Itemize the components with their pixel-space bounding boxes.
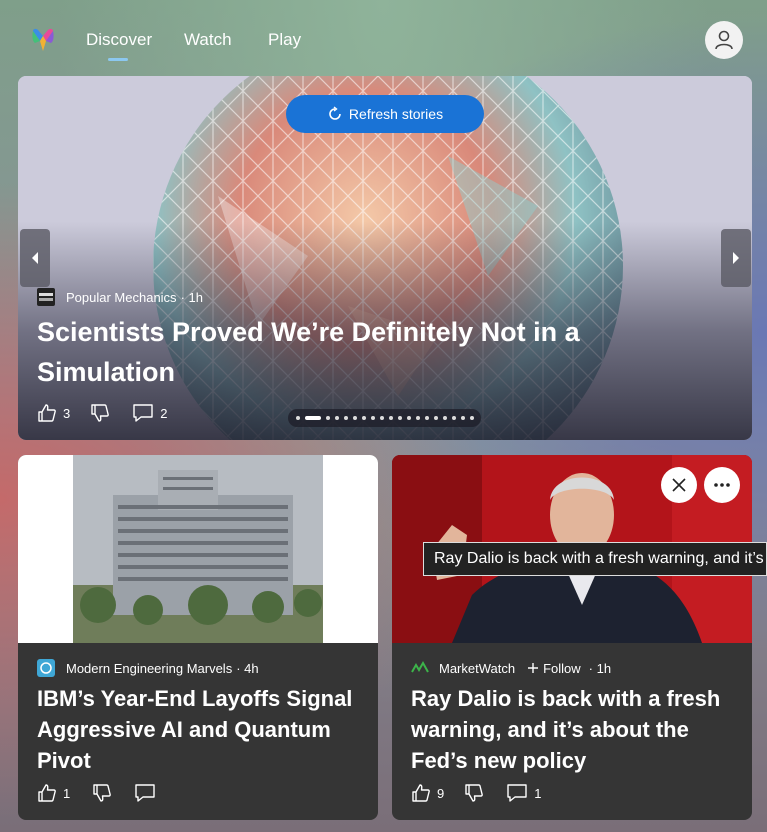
hero-time: · 1h [180, 289, 203, 305]
card1-time: · 4h [236, 660, 259, 676]
close-icon [672, 478, 686, 492]
tab-discover[interactable]: Discover [86, 30, 152, 50]
hero-carousel[interactable]: Refresh stories Popular Mechanics · 1h S… [18, 76, 752, 440]
card2-source-name[interactable]: MarketWatch [439, 661, 515, 676]
headline-tooltip: Ray Dalio is back with a fresh warning, … [423, 542, 767, 576]
carousel-dot[interactable] [352, 416, 357, 420]
carousel-dot[interactable] [304, 416, 321, 420]
carousel-dot[interactable] [370, 416, 375, 420]
card1-actions: 1 [37, 783, 156, 803]
chevron-right-icon [733, 252, 739, 264]
previous-slide-button[interactable] [20, 229, 50, 287]
carousel-dot[interactable] [361, 416, 366, 420]
news-card-ray-dalio[interactable]: MarketWatch Follow · 1h Ray Dalio is bac… [392, 455, 752, 820]
carousel-pagination [288, 409, 481, 427]
refresh-stories-label: Refresh stories [348, 106, 444, 122]
popular-mechanics-logo-icon[interactable] [37, 288, 55, 306]
card2-actions: 9 1 [411, 783, 541, 803]
carousel-dot[interactable] [397, 416, 402, 420]
close-card-button[interactable] [661, 467, 697, 503]
thumbs-down-icon [91, 404, 110, 422]
card2-source-row: MarketWatch Follow · 1h [411, 659, 611, 677]
tab-play[interactable]: Play [268, 30, 301, 50]
carousel-dot[interactable] [388, 416, 393, 420]
comment-button[interactable] [134, 783, 156, 803]
comment-button[interactable]: 2 [132, 403, 167, 423]
marketwatch-logo-icon[interactable] [411, 659, 429, 677]
more-horizontal-icon [714, 483, 730, 487]
dislike-button[interactable] [464, 783, 484, 803]
comment-icon [507, 784, 527, 802]
hero-actions: 3 2 [37, 403, 167, 423]
thumbs-down-icon [465, 784, 484, 802]
comment-icon [135, 784, 155, 802]
thumbs-up-icon [38, 784, 56, 802]
modern-engineering-marvels-logo-icon[interactable] [37, 659, 55, 677]
card1-source-row: Modern Engineering Marvels · 4h [37, 659, 259, 677]
chevron-left-icon [32, 252, 38, 264]
carousel-dot[interactable] [433, 416, 438, 420]
carousel-dot[interactable] [442, 416, 447, 420]
active-tab-indicator [108, 58, 128, 61]
card2-headline[interactable]: Ray Dalio is back with a fresh warning, … [411, 683, 741, 776]
dislike-button[interactable] [90, 403, 110, 423]
card1-headline[interactable]: IBM’s Year-End Layoffs Signal Aggressive… [37, 683, 367, 776]
carousel-dot[interactable] [469, 416, 474, 420]
thumbs-up-icon [38, 404, 56, 422]
hero-headline[interactable]: Scientists Proved We’re Definitely Not i… [37, 312, 637, 392]
card1-source-name[interactable]: Modern Engineering Marvels [66, 661, 232, 676]
follow-button[interactable]: Follow [527, 661, 581, 676]
carousel-dot[interactable] [406, 416, 411, 420]
carousel-dot[interactable] [325, 416, 330, 420]
like-button[interactable]: 1 [37, 783, 70, 803]
like-button[interactable]: 9 [411, 783, 444, 803]
tab-watch[interactable]: Watch [184, 30, 232, 50]
news-card-ibm[interactable]: Modern Engineering Marvels · 4h IBM’s Ye… [18, 455, 378, 820]
like-count: 1 [63, 785, 71, 801]
carousel-dot[interactable] [343, 416, 348, 420]
carousel-dot[interactable] [295, 416, 300, 420]
dislike-button[interactable] [92, 783, 112, 803]
comment-count: 1 [534, 785, 542, 801]
carousel-dot[interactable] [424, 416, 429, 420]
person-icon [715, 30, 733, 50]
next-slide-button[interactable] [721, 229, 751, 287]
more-options-button[interactable] [704, 467, 740, 503]
ibm-building-image [18, 455, 378, 643]
comment-button[interactable]: 1 [506, 783, 541, 803]
app-logo-icon[interactable] [30, 27, 56, 53]
carousel-dot[interactable] [415, 416, 420, 420]
hero-source-name[interactable]: Popular Mechanics [66, 290, 177, 305]
like-count: 3 [63, 405, 71, 421]
profile-avatar-button[interactable] [705, 21, 743, 59]
hero-source-row: Popular Mechanics · 1h [37, 288, 203, 306]
follow-label: Follow [543, 660, 581, 676]
refresh-icon [329, 106, 341, 120]
carousel-dot[interactable] [379, 416, 384, 420]
top-nav: Discover Watch Play [0, 0, 767, 76]
like-button[interactable]: 3 [37, 403, 70, 423]
carousel-dot[interactable] [334, 416, 339, 420]
carousel-dot[interactable] [451, 416, 456, 420]
thumbs-down-icon [93, 784, 112, 802]
thumbs-up-icon [412, 784, 430, 802]
carousel-dot[interactable] [460, 416, 465, 420]
refresh-stories-button[interactable]: Refresh stories [286, 95, 484, 133]
like-count: 9 [437, 785, 445, 801]
plus-icon [528, 663, 539, 673]
card2-time: · 1h [588, 660, 612, 676]
comment-count: 2 [160, 405, 168, 421]
comment-icon [133, 404, 153, 422]
